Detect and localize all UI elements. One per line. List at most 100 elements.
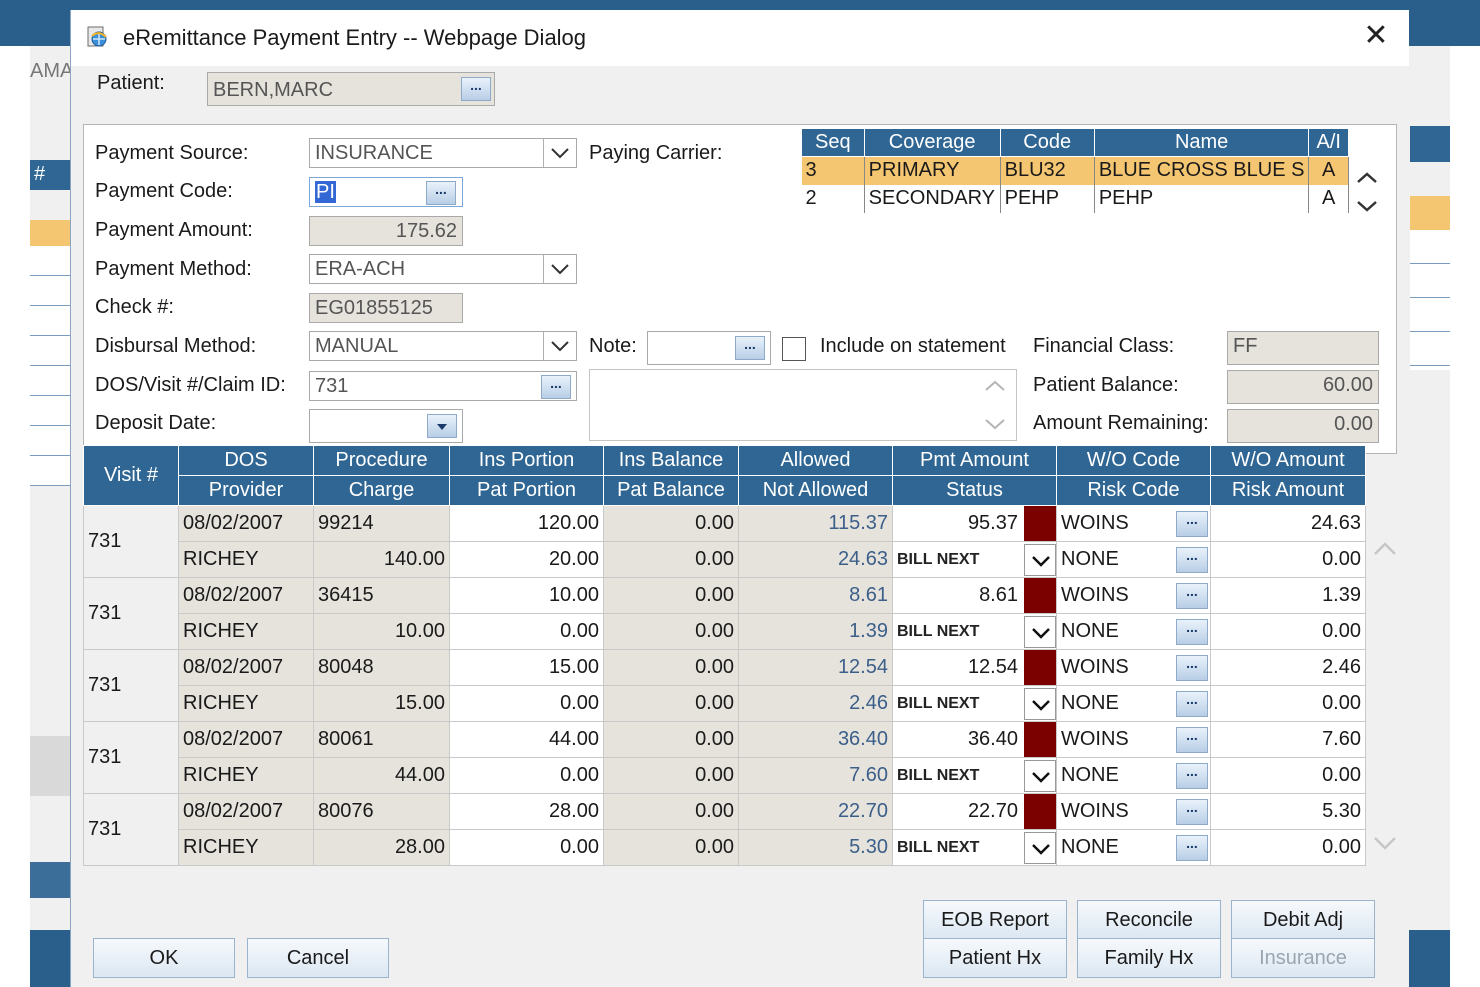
check-number-field[interactable]: EG01855125 <box>309 293 463 323</box>
wo-amount-cell[interactable]: 1.39 <box>1210 577 1366 614</box>
column-header-allowed[interactable]: Allowed <box>738 445 893 476</box>
financial-class-field[interactable]: FF <box>1227 331 1379 365</box>
pmt-amount-cell[interactable]: 8.61 <box>892 577 1057 614</box>
risk-amount-cell[interactable]: 0.00 <box>1210 829 1366 866</box>
payment-method-dropdown[interactable] <box>543 255 575 283</box>
pat-portion-cell[interactable]: 20.00 <box>449 541 604 578</box>
payment-source-dropdown[interactable] <box>543 139 575 167</box>
ins-portion-cell[interactable]: 120.00 <box>449 505 604 542</box>
column-header-name[interactable]: Name <box>1093 128 1310 157</box>
table-row[interactable]: RICHEY 10.00 0.00 0.00 1.39 BILL NEXT NO… <box>84 613 1366 650</box>
risk-code-lookup-button[interactable]: ... <box>1176 763 1208 789</box>
column-header-procedure[interactable]: Procedure <box>313 445 450 476</box>
wo-code-cell[interactable]: WOINS... <box>1056 649 1211 686</box>
note-lookup-button[interactable]: ... <box>735 336 765 360</box>
eob-report-button[interactable]: EOB Report <box>923 900 1067 940</box>
table-row[interactable]: 731 08/02/2007 36415 10.00 0.00 8.61 8.6… <box>83 577 1366 650</box>
table-row[interactable]: 731 08/02/2007 80061 44.00 0.00 36.40 36… <box>83 721 1366 794</box>
status-select[interactable]: BILL NEXT <box>892 757 1057 794</box>
column-header-code[interactable]: Code <box>999 128 1095 157</box>
risk-code-lookup-button[interactable]: ... <box>1176 547 1208 573</box>
column-header-risk-code[interactable]: Risk Code <box>1056 475 1211 506</box>
column-header-pat-balance[interactable]: Pat Balance <box>603 475 739 506</box>
status-select[interactable]: BILL NEXT <box>892 829 1057 866</box>
ins-portion-cell[interactable]: 28.00 <box>449 793 604 830</box>
status-dropdown[interactable] <box>1024 688 1056 720</box>
wo-code-cell[interactable]: WOINS... <box>1056 793 1211 830</box>
column-header-wo-code[interactable]: W/O Code <box>1056 445 1211 476</box>
debit-adj-button[interactable]: Debit Adj <box>1231 900 1375 940</box>
column-header-pat-portion[interactable]: Pat Portion <box>449 475 604 506</box>
table-row[interactable]: RICHEY 28.00 0.00 0.00 5.30 BILL NEXT NO… <box>84 829 1366 866</box>
column-header-ai[interactable]: A/I <box>1308 128 1349 157</box>
table-row[interactable]: 731 08/02/2007 80048 15.00 0.00 12.54 12… <box>83 649 1366 722</box>
table-row[interactable]: RICHEY 140.00 20.00 0.00 24.63 BILL NEXT… <box>84 541 1366 578</box>
wo-code-lookup-button[interactable]: ... <box>1176 511 1208 537</box>
column-header-charge[interactable]: Charge <box>313 475 450 506</box>
column-header-coverage[interactable]: Coverage <box>863 128 1001 157</box>
grid-scroll-arrows[interactable] <box>1371 536 1399 856</box>
risk-amount-cell[interactable]: 0.00 <box>1210 613 1366 650</box>
column-header-dos[interactable]: DOS <box>178 445 314 476</box>
pat-portion-cell[interactable]: 0.00 <box>449 829 604 866</box>
disbursal-method-select[interactable]: MANUAL <box>309 331 577 361</box>
risk-code-lookup-button[interactable]: ... <box>1176 835 1208 861</box>
close-icon[interactable]: ✕ <box>1361 21 1391 52</box>
wo-code-cell[interactable]: WOINS... <box>1056 721 1211 758</box>
pat-portion-cell[interactable]: 0.00 <box>449 757 604 794</box>
family-hx-button[interactable]: Family Hx <box>1077 938 1221 978</box>
risk-code-lookup-button[interactable]: ... <box>1176 619 1208 645</box>
column-header-risk-amount[interactable]: Risk Amount <box>1210 475 1366 506</box>
patient-hx-button[interactable]: Patient Hx <box>923 938 1067 978</box>
pmt-amount-cell[interactable]: 95.37 <box>892 505 1057 542</box>
risk-code-cell[interactable]: NONE... <box>1056 685 1211 722</box>
dos-visit-claim-input[interactable]: 731 <box>309 371 577 401</box>
wo-amount-cell[interactable]: 5.30 <box>1210 793 1366 830</box>
carrier-row[interactable]: 2 SECONDARY PEHP PEHP A <box>801 184 1349 213</box>
carrier-scroll-arrows[interactable] <box>1355 170 1379 218</box>
cancel-button[interactable]: Cancel <box>247 938 389 978</box>
column-header-ins-balance[interactable]: Ins Balance <box>603 445 739 476</box>
pmt-amount-cell[interactable]: 12.54 <box>892 649 1057 686</box>
patient-balance-field[interactable]: 60.00 <box>1227 370 1379 404</box>
column-header-pmt-amount[interactable]: Pmt Amount <box>892 445 1057 476</box>
carrier-row-selected[interactable]: 3 PRIMARY BLU32 BLUE CROSS BLUE S A <box>801 156 1349 185</box>
ins-portion-cell[interactable]: 10.00 <box>449 577 604 614</box>
pmt-amount-cell[interactable]: 22.70 <box>892 793 1057 830</box>
risk-amount-cell[interactable]: 0.00 <box>1210 685 1366 722</box>
status-select[interactable]: BILL NEXT <box>892 613 1057 650</box>
patient-lookup-button[interactable]: ... <box>461 77 491 101</box>
status-select[interactable]: BILL NEXT <box>892 685 1057 722</box>
ok-button[interactable]: OK <box>93 938 235 978</box>
status-dropdown[interactable] <box>1024 832 1056 864</box>
status-dropdown[interactable] <box>1024 760 1056 792</box>
risk-code-cell[interactable]: NONE... <box>1056 829 1211 866</box>
wo-code-cell[interactable]: WOINS... <box>1056 577 1211 614</box>
table-row[interactable]: RICHEY 15.00 0.00 0.00 2.46 BILL NEXT NO… <box>84 685 1366 722</box>
wo-code-cell[interactable]: WOINS... <box>1056 505 1211 542</box>
payment-method-select[interactable]: ERA-ACH <box>309 254 577 284</box>
note-scroll-arrows[interactable] <box>983 376 1007 436</box>
payment-code-lookup-button[interactable]: ... <box>426 181 456 205</box>
wo-code-lookup-button[interactable]: ... <box>1176 655 1208 681</box>
column-header-wo-amount[interactable]: W/O Amount <box>1210 445 1366 476</box>
pat-portion-cell[interactable]: 0.00 <box>449 685 604 722</box>
column-header-visit[interactable]: Visit # <box>83 445 179 506</box>
risk-amount-cell[interactable]: 0.00 <box>1210 757 1366 794</box>
column-header-provider[interactable]: Provider <box>178 475 314 506</box>
insurance-button[interactable]: Insurance <box>1231 938 1375 978</box>
table-row[interactable]: RICHEY 44.00 0.00 0.00 7.60 BILL NEXT NO… <box>84 757 1366 794</box>
wo-code-lookup-button[interactable]: ... <box>1176 583 1208 609</box>
wo-code-lookup-button[interactable]: ... <box>1176 799 1208 825</box>
column-header-seq[interactable]: Seq <box>801 128 865 157</box>
wo-code-lookup-button[interactable]: ... <box>1176 727 1208 753</box>
include-on-statement-checkbox[interactable] <box>782 337 806 361</box>
risk-amount-cell[interactable]: 0.00 <box>1210 541 1366 578</box>
table-row[interactable]: 731 08/02/2007 80076 28.00 0.00 22.70 22… <box>83 793 1366 866</box>
note-textarea[interactable] <box>589 369 1017 441</box>
wo-amount-cell[interactable]: 2.46 <box>1210 649 1366 686</box>
risk-code-cell[interactable]: NONE... <box>1056 613 1211 650</box>
ins-portion-cell[interactable]: 44.00 <box>449 721 604 758</box>
wo-amount-cell[interactable]: 24.63 <box>1210 505 1366 542</box>
column-header-ins-portion[interactable]: Ins Portion <box>449 445 604 476</box>
